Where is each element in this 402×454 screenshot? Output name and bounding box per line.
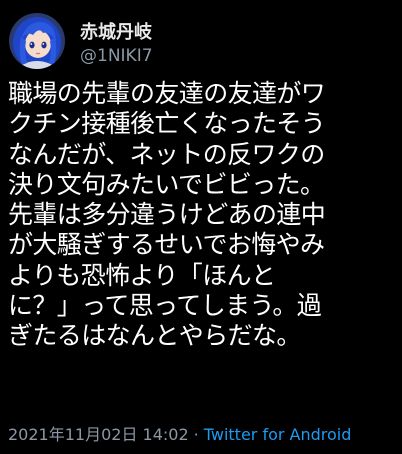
author-handle[interactable]: @1NIKI7 <box>80 46 153 66</box>
avatar[interactable] <box>9 13 65 69</box>
tweet-timestamp[interactable]: 2021年11月02日 14:02 <box>8 425 189 444</box>
tweet-text-line: なんだが、ネットの反ワクの <box>8 139 325 169</box>
avatar-anime-character-icon <box>9 13 65 69</box>
meta-separator: · <box>193 425 199 444</box>
tweet-text-line: 決り文句みたいでビビった。 <box>8 169 325 199</box>
tweet-source-link[interactable]: Twitter for Android <box>204 425 352 444</box>
tweet-card: 赤城丹岐 @1NIKI7 職場の先輩の友達の友達がワ クチン接種後亡くなったそう… <box>0 0 402 454</box>
author-display-name[interactable]: 赤城丹岐 <box>80 18 152 44</box>
tweet-text-line: よりも恐怖より「ほんと <box>8 260 276 290</box>
tweet-text-line: クチン接種後亡くなったそう <box>8 109 326 139</box>
tweet-text-line: 職場の先輩の友達の友達がワ <box>8 79 326 108</box>
tweet-text-line: に？」って思ってしまう。過 <box>8 291 322 321</box>
tweet-meta: 2021年11月02日 14:02 · Twitter for Android <box>8 421 351 445</box>
tweet-text-line: が大騒ぎするせいでお悔やみ <box>8 230 325 260</box>
tweet-text: 職場の先輩の友達の友達がワ クチン接種後亡くなったそう なんだが、ネットの反ワク… <box>8 79 398 352</box>
tweet-text-line: ぎたるはなんとやらだな。 <box>8 321 301 351</box>
tweet-text-line: 先輩は多分違うけどあの連中 <box>8 200 326 230</box>
